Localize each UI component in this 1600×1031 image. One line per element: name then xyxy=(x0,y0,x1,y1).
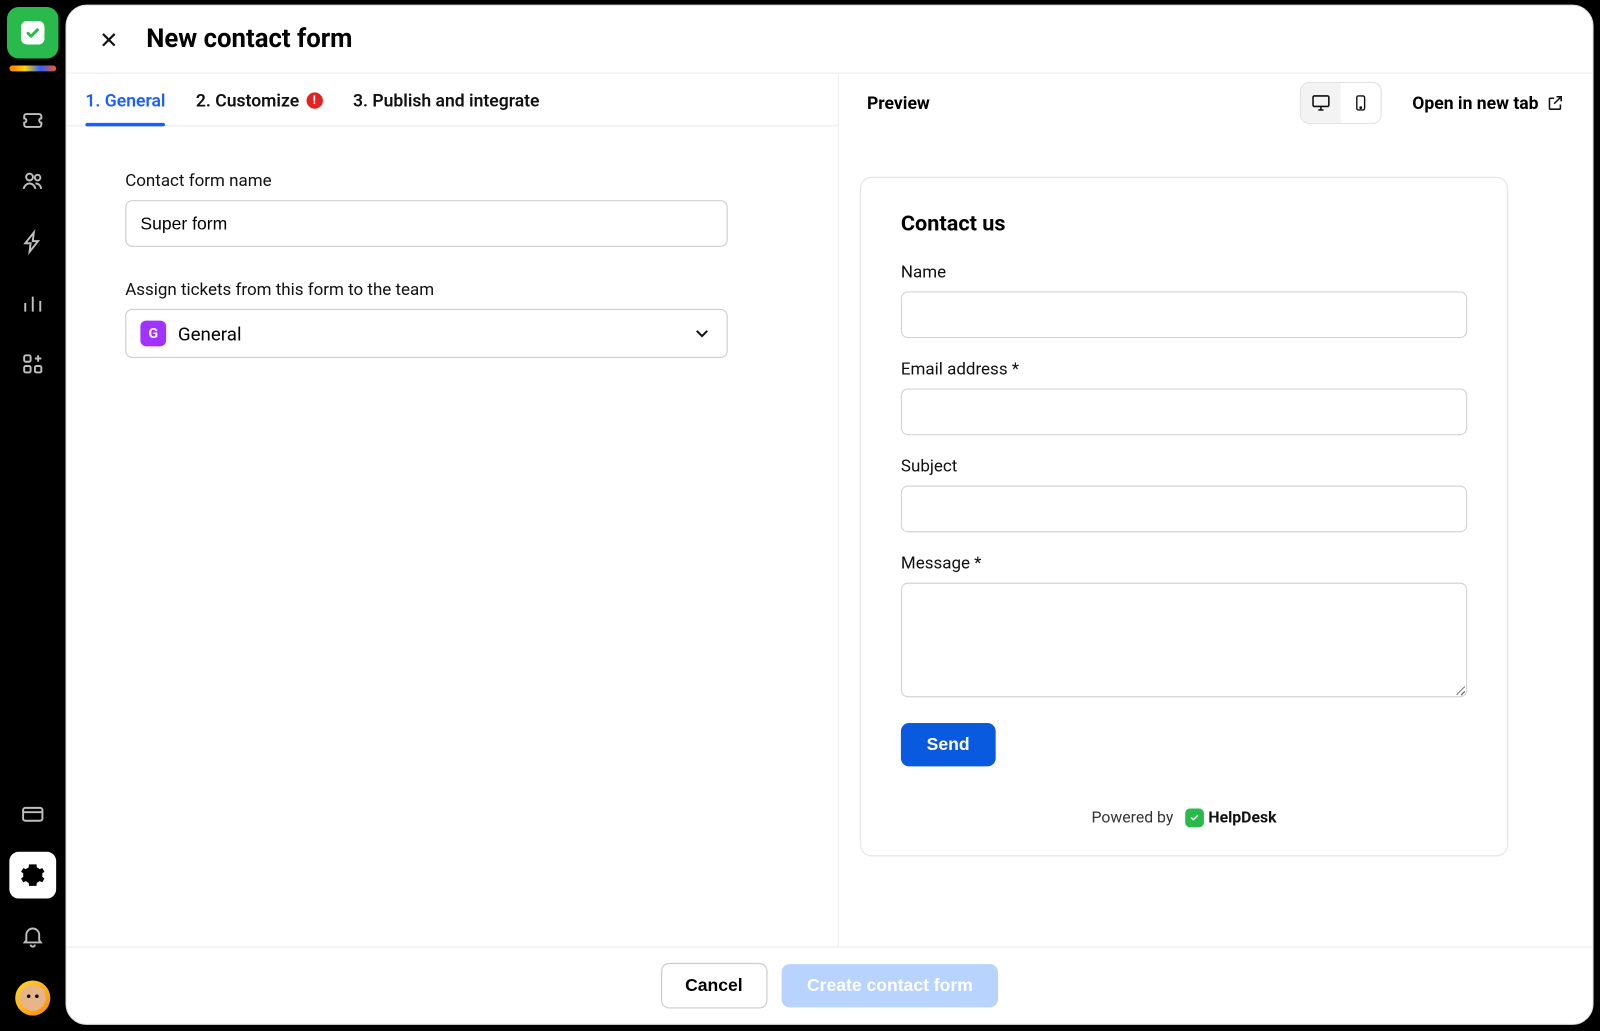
preview-message-label: Message * xyxy=(901,553,1467,573)
preview-name-label: Name xyxy=(901,262,1467,282)
preview-card: Contact us Name Email address * Subject xyxy=(860,177,1508,857)
tab-customize[interactable]: 2. Customize ! xyxy=(196,90,323,125)
team-badge: G xyxy=(140,321,166,347)
step-tabs: 1. General 2. Customize ! 3. Publish and… xyxy=(67,74,838,127)
preview-name-input[interactable] xyxy=(901,291,1467,338)
alert-badge-icon: ! xyxy=(306,92,322,108)
nav-notifications[interactable] xyxy=(9,913,56,960)
app-logo[interactable] xyxy=(7,7,58,58)
name-label: Contact form name xyxy=(125,171,779,191)
open-new-tab-link[interactable]: Open in new tab xyxy=(1412,92,1564,113)
team-label: Assign tickets from this form to the tea… xyxy=(125,280,779,300)
cancel-button[interactable]: Cancel xyxy=(661,963,768,1009)
preview-message-input[interactable] xyxy=(901,583,1467,698)
preview-email-input[interactable] xyxy=(901,388,1467,435)
helpdesk-brand-label: HelpDesk xyxy=(1208,808,1276,827)
preview-subject-label: Subject xyxy=(901,456,1467,476)
desktop-icon xyxy=(1310,92,1331,113)
powered-label: Powered by xyxy=(1092,808,1174,827)
user-avatar[interactable] xyxy=(15,980,50,1015)
device-toggle xyxy=(1300,81,1382,123)
powered-by: Powered by HelpDesk xyxy=(901,808,1467,827)
mobile-view-button[interactable] xyxy=(1341,82,1381,122)
form-column: 1. General 2. Customize ! 3. Publish and… xyxy=(67,74,839,947)
preview-column: Preview Open in new tab xyxy=(839,74,1592,947)
nav-apps[interactable] xyxy=(9,340,56,387)
desktop-view-button[interactable] xyxy=(1301,82,1341,122)
team-select[interactable]: G General xyxy=(125,309,728,358)
close-icon xyxy=(97,27,120,50)
logo-accent xyxy=(9,66,56,72)
chevron-down-icon xyxy=(691,323,712,344)
sidebar xyxy=(0,0,66,1030)
preview-send-button[interactable]: Send xyxy=(901,723,995,766)
nav-tickets[interactable] xyxy=(9,97,56,144)
main-panel: New contact form 1. General 2. Customize… xyxy=(66,5,1594,1025)
preview-email-label: Email address * xyxy=(901,359,1467,379)
tab-general-label: 1. General xyxy=(85,90,165,111)
team-value: General xyxy=(178,322,242,344)
preview-subject-input[interactable] xyxy=(901,486,1467,533)
create-button[interactable]: Create contact form xyxy=(781,964,998,1007)
nav-settings[interactable] xyxy=(9,852,56,899)
external-link-icon xyxy=(1546,93,1565,112)
close-button[interactable] xyxy=(95,25,123,53)
helpdesk-mark-icon xyxy=(1185,808,1204,827)
modal-header: New contact form xyxy=(67,6,1593,74)
mobile-icon xyxy=(1351,92,1370,113)
helpdesk-logo[interactable]: HelpDesk xyxy=(1185,808,1276,827)
nav-billing[interactable] xyxy=(9,791,56,838)
tab-publish[interactable]: 3. Publish and integrate xyxy=(353,90,540,125)
footer-actions: Cancel Create contact form xyxy=(67,947,1593,1024)
preview-card-title: Contact us xyxy=(901,211,1467,237)
nav-people[interactable] xyxy=(9,158,56,205)
form-name-input[interactable] xyxy=(125,200,728,247)
open-new-tab-label: Open in new tab xyxy=(1412,92,1538,113)
page-title: New contact form xyxy=(146,25,352,54)
nav-automation[interactable] xyxy=(9,219,56,266)
tab-publish-label: 3. Publish and integrate xyxy=(353,90,540,111)
nav-reports[interactable] xyxy=(9,280,56,327)
preview-title: Preview xyxy=(867,92,930,113)
tab-general[interactable]: 1. General xyxy=(85,90,165,125)
tab-customize-label: 2. Customize xyxy=(196,90,299,111)
